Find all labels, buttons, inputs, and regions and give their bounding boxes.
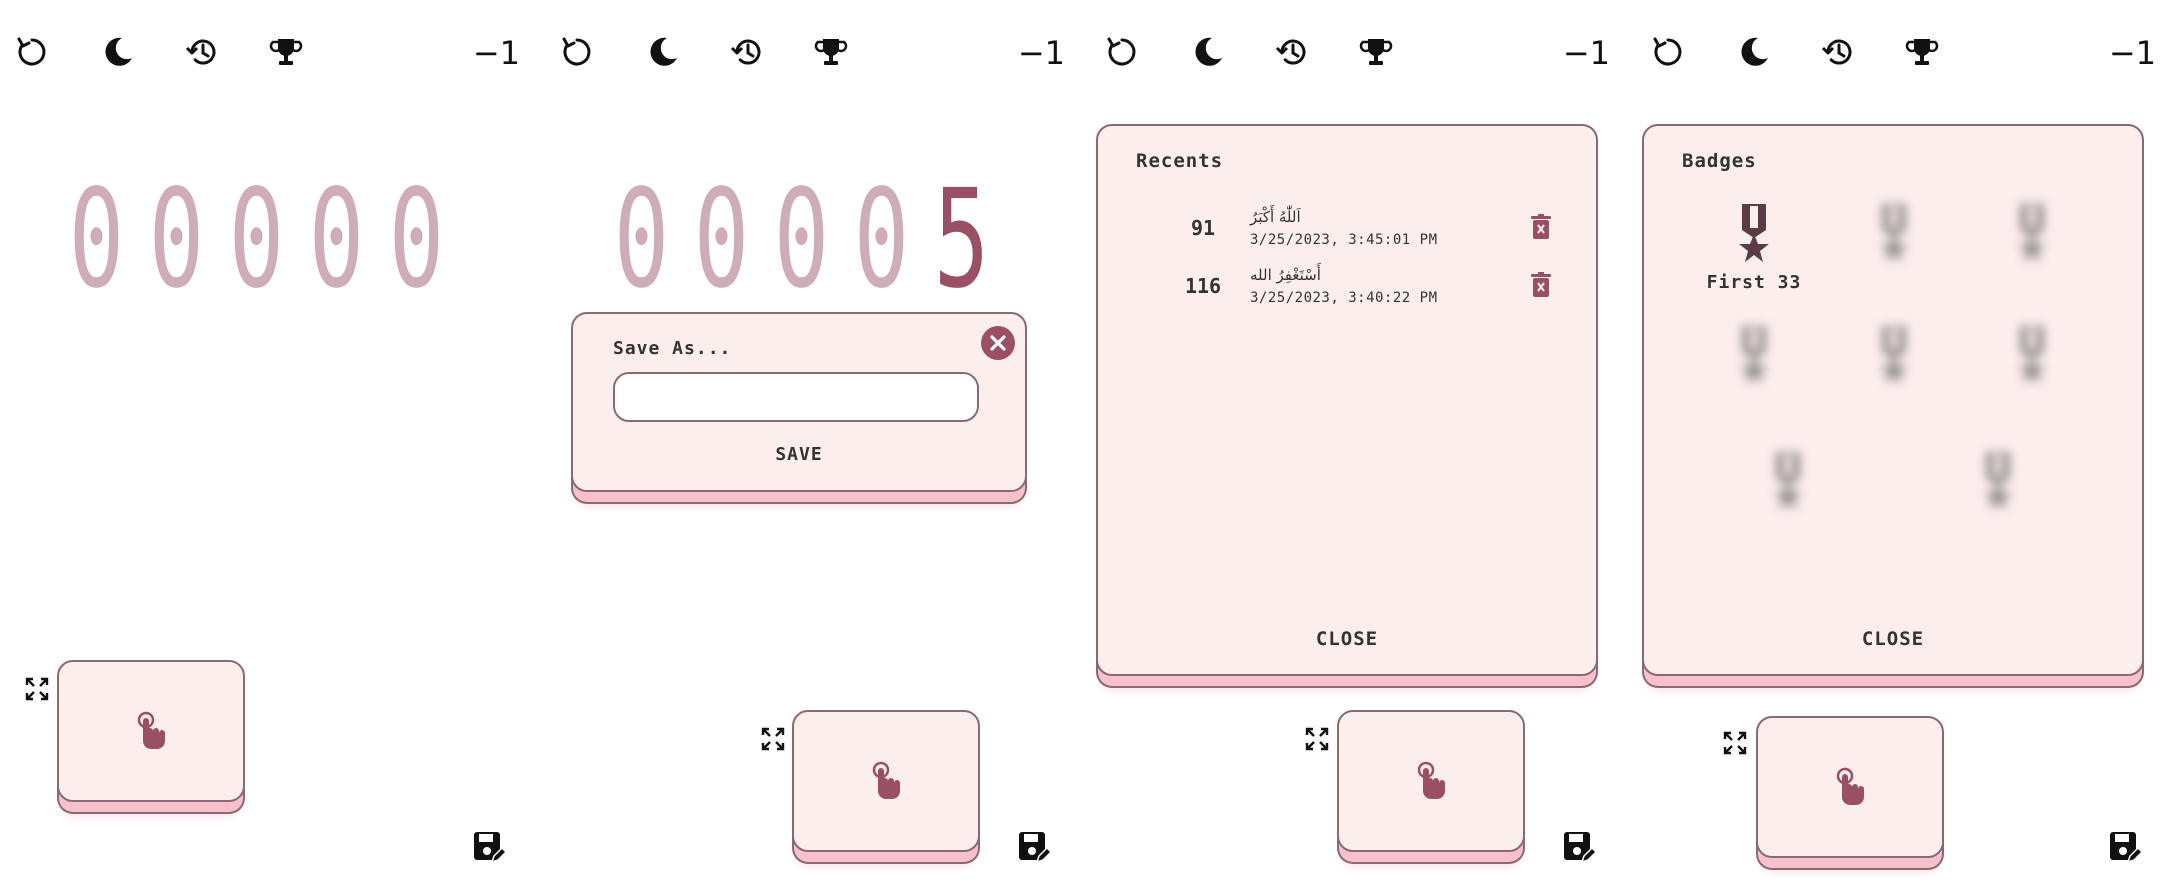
badge-item[interactable]: First 33	[1684, 204, 1824, 293]
moon-icon[interactable]	[645, 34, 681, 70]
expand-icon[interactable]	[1304, 726, 1330, 752]
close-dialog-button[interactable]	[981, 326, 1015, 360]
tap-hand-icon	[1836, 767, 1864, 805]
medal-icon	[2017, 204, 2047, 262]
reset-icon[interactable]	[14, 34, 50, 70]
trophy-icon[interactable]	[813, 34, 849, 70]
expand-icon[interactable]	[760, 726, 786, 752]
medal-icon	[1739, 326, 1769, 384]
counter-digit: 0	[388, 161, 445, 319]
save-button[interactable]: SAVE	[573, 444, 1025, 465]
trophy-icon[interactable]	[1358, 34, 1394, 70]
screen-counter: −1 0 0 0 0 0	[0, 0, 544, 890]
tap-button[interactable]	[1337, 710, 1525, 852]
badge-item-locked[interactable]	[1824, 326, 1964, 394]
step-indicator[interactable]: −1	[1018, 34, 1065, 72]
moon-icon[interactable]	[100, 34, 136, 70]
reset-icon[interactable]	[559, 34, 595, 70]
tap-button[interactable]	[792, 710, 980, 852]
counter-digit: 0	[148, 161, 205, 319]
recent-count: 91	[1190, 216, 1216, 240]
delete-icon[interactable]	[1530, 272, 1552, 298]
badge-item-locked[interactable]	[1928, 452, 2068, 520]
trophy-icon[interactable]	[268, 34, 304, 70]
recent-date: 3/25/2023, 3:45:01 PM	[1250, 232, 1438, 248]
badge-item-locked[interactable]	[1824, 204, 1964, 272]
counter-digit: 0	[68, 161, 125, 319]
save-icon[interactable]	[472, 830, 506, 864]
badges-panel: Badges First 33 CLOSE	[1642, 124, 2144, 676]
save-icon[interactable]	[1562, 830, 1596, 864]
screen-recents: −1 Recents 91 اَللّٰهُ أَكْبَرُ 3/25/202…	[1090, 0, 1634, 890]
medal-icon	[1983, 452, 2013, 510]
medal-icon	[2017, 326, 2047, 384]
dialog-title: Save As...	[613, 338, 732, 359]
panel-title: Badges	[1682, 150, 1757, 172]
counter-digit: 0	[853, 161, 910, 319]
moon-icon[interactable]	[1736, 34, 1772, 70]
badge-item-locked[interactable]	[1718, 452, 1858, 520]
medal-icon	[1739, 204, 1769, 262]
counter-display: 0 0 0 0 0	[60, 161, 445, 319]
reset-icon[interactable]	[1104, 34, 1140, 70]
tap-hand-icon	[137, 711, 165, 749]
badge-item-locked[interactable]	[1684, 326, 1824, 394]
badge-item-locked[interactable]	[1962, 204, 2102, 272]
close-button[interactable]: CLOSE	[1644, 628, 2142, 650]
moon-icon[interactable]	[1190, 34, 1226, 70]
counter-digit: 0	[228, 161, 285, 319]
screen-save-as: −1 0 0 0 0 5 Save As... SAVE	[545, 0, 1089, 890]
medal-icon	[1879, 204, 1909, 262]
badge-item-locked[interactable]	[1962, 326, 2102, 394]
counter-digit: 0	[693, 161, 750, 319]
panel-title: Recents	[1136, 150, 1224, 172]
trophy-icon[interactable]	[1904, 34, 1940, 70]
counter-digit: 5	[933, 161, 990, 319]
tap-hand-icon	[872, 761, 900, 799]
history-icon[interactable]	[729, 34, 765, 70]
recent-dhikr-text: اَللّٰهُ أَكْبَرُ	[1250, 208, 1301, 226]
recents-panel: Recents 91 اَللّٰهُ أَكْبَرُ 3/25/2023, …	[1096, 124, 1598, 676]
tap-hand-icon	[1417, 761, 1445, 799]
expand-icon[interactable]	[24, 676, 50, 702]
recent-date: 3/25/2023, 3:40:22 PM	[1250, 290, 1438, 306]
recent-item[interactable]: 91 اَللّٰهُ أَكْبَرُ 3/25/2023, 3:45:01 …	[1098, 208, 1596, 262]
counter-digit: 0	[308, 161, 365, 319]
history-icon[interactable]	[1820, 34, 1856, 70]
close-button[interactable]: CLOSE	[1098, 628, 1596, 650]
save-as-dialog: Save As... SAVE	[571, 312, 1027, 492]
counter-digit: 0	[773, 161, 830, 319]
medal-icon	[1773, 452, 1803, 510]
history-icon[interactable]	[1274, 34, 1310, 70]
expand-icon[interactable]	[1722, 730, 1748, 756]
recent-item[interactable]: 116 أَسْتَغْفِرُ الله 3/25/2023, 3:40:22…	[1098, 266, 1596, 320]
counter-display: 0 0 0 0 5	[605, 161, 990, 319]
save-icon[interactable]	[2108, 830, 2142, 864]
step-indicator[interactable]: −1	[473, 34, 520, 72]
save-name-input[interactable]	[613, 372, 979, 422]
save-icon[interactable]	[1017, 830, 1051, 864]
step-indicator[interactable]: −1	[1563, 34, 1610, 72]
tap-button[interactable]	[1756, 716, 1944, 858]
close-icon	[990, 335, 1006, 351]
step-indicator[interactable]: −1	[2109, 34, 2156, 72]
tap-button[interactable]	[57, 660, 245, 802]
medal-icon	[1879, 326, 1909, 384]
screen-badges: −1 Badges First 33 CLOSE	[1636, 0, 2166, 890]
recent-dhikr-text: أَسْتَغْفِرُ الله	[1250, 266, 1321, 284]
recent-count: 116	[1184, 274, 1222, 298]
history-icon[interactable]	[184, 34, 220, 70]
reset-icon[interactable]	[1650, 34, 1686, 70]
badge-label: First 33	[1706, 272, 1802, 293]
counter-digit: 0	[613, 161, 670, 319]
delete-icon[interactable]	[1530, 214, 1552, 240]
